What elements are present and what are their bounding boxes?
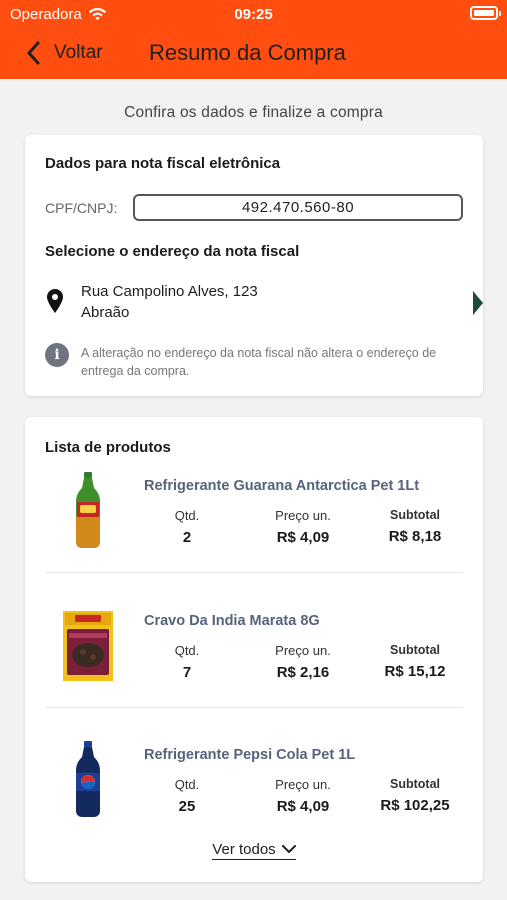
subtotal-value: R$ 8,18 xyxy=(388,528,442,545)
price-value: R$ 2,16 xyxy=(276,664,330,681)
location-pin-icon xyxy=(47,289,63,313)
products-section-title: Lista de produtos xyxy=(45,439,171,456)
subtotal-value: R$ 102,25 xyxy=(380,797,450,814)
product-name: Refrigerante Pepsi Cola Pet 1L xyxy=(144,747,356,763)
invoice-card: Dados para nota fiscal eletrônica CPF/CN… xyxy=(25,135,483,396)
subtotal-column: Subtotal R$ 8,18 xyxy=(375,508,455,545)
status-bar: Operadora 09:25 xyxy=(0,0,507,28)
subtotal-value: R$ 15,12 xyxy=(384,663,446,680)
products-card: Lista de produtos Refrigerante Guarana A… xyxy=(25,417,483,882)
address-section-title: Selecione o endereço da nota fiscal xyxy=(45,243,300,260)
cpf-label: CPF/CNPJ: xyxy=(45,200,118,216)
guarana-bottle-image xyxy=(76,472,100,548)
product-name: Refrigerante Guarana Antarctica Pet 1Lt xyxy=(144,478,420,494)
price-column: Preço un. R$ 4,09 xyxy=(263,777,343,815)
divider xyxy=(45,572,463,573)
chevron-left-icon xyxy=(27,41,40,65)
battery-icon xyxy=(470,6,501,20)
chevron-down-icon xyxy=(281,845,296,853)
price-value: R$ 4,09 xyxy=(276,529,330,546)
divider xyxy=(45,707,463,708)
invoice-address-selector[interactable]: Rua Campolino Alves, 123 Abraão xyxy=(45,281,483,325)
see-all-button[interactable]: Ver todos xyxy=(212,841,296,860)
subtotal-label: Subtotal xyxy=(390,508,440,522)
see-all-label: Ver todos xyxy=(212,841,276,858)
price-column: Preço un. R$ 2,16 xyxy=(263,643,343,681)
qty-column: Qtd. 7 xyxy=(166,643,208,681)
subtotal-label: Subtotal xyxy=(390,777,440,791)
subtotal-column: Subtotal R$ 15,12 xyxy=(375,643,455,680)
subtotal-column: Subtotal R$ 102,25 xyxy=(375,777,455,814)
price-label: Preço un. xyxy=(275,643,331,658)
cravo-package-image xyxy=(63,611,113,681)
qty-column: Qtd. 25 xyxy=(166,777,208,815)
invoice-section-title: Dados para nota fiscal eletrônica xyxy=(45,155,281,172)
address-street: Rua Campolino Alves, 123 xyxy=(81,283,258,300)
qty-label: Qtd. xyxy=(174,508,200,523)
pepsi-bottle-image xyxy=(76,741,100,817)
price-column: Preço un. R$ 4,09 xyxy=(263,508,343,546)
qty-value: 25 xyxy=(178,798,196,815)
price-value: R$ 4,09 xyxy=(276,798,330,815)
qty-value: 7 xyxy=(182,664,192,681)
qty-column: Qtd. 2 xyxy=(166,508,208,546)
back-label: Voltar xyxy=(54,42,103,63)
cpf-input[interactable] xyxy=(133,194,463,221)
see-all-container: Ver todos xyxy=(25,841,483,860)
app-header: Operadora 09:25 Voltar Resumo da Compra xyxy=(0,0,507,79)
qty-label: Qtd. xyxy=(174,643,200,658)
page-subtitle: Confira os dados e finalize a compra xyxy=(124,104,383,121)
chevron-right-icon xyxy=(473,291,483,315)
subtotal-label: Subtotal xyxy=(390,643,440,657)
price-label: Preço un. xyxy=(275,508,331,523)
info-icon: i xyxy=(45,343,69,367)
product-item: Cravo Da India Marata 8G Qtd. 7 Preço un… xyxy=(45,607,463,727)
price-label: Preço un. xyxy=(275,777,331,792)
qty-label: Qtd. xyxy=(174,777,200,792)
product-name: Cravo Da India Marata 8G xyxy=(144,613,320,629)
back-button[interactable]: Voltar xyxy=(26,40,103,66)
page-title: Resumo da Compra xyxy=(149,40,346,65)
address-info-text: A alteração no endereço da nota fiscal n… xyxy=(81,346,437,378)
product-item: Refrigerante Guarana Antarctica Pet 1Lt … xyxy=(45,472,463,592)
address-neighborhood: Abraão xyxy=(81,304,130,321)
clock: 09:25 xyxy=(234,6,273,23)
qty-value: 2 xyxy=(182,529,192,546)
